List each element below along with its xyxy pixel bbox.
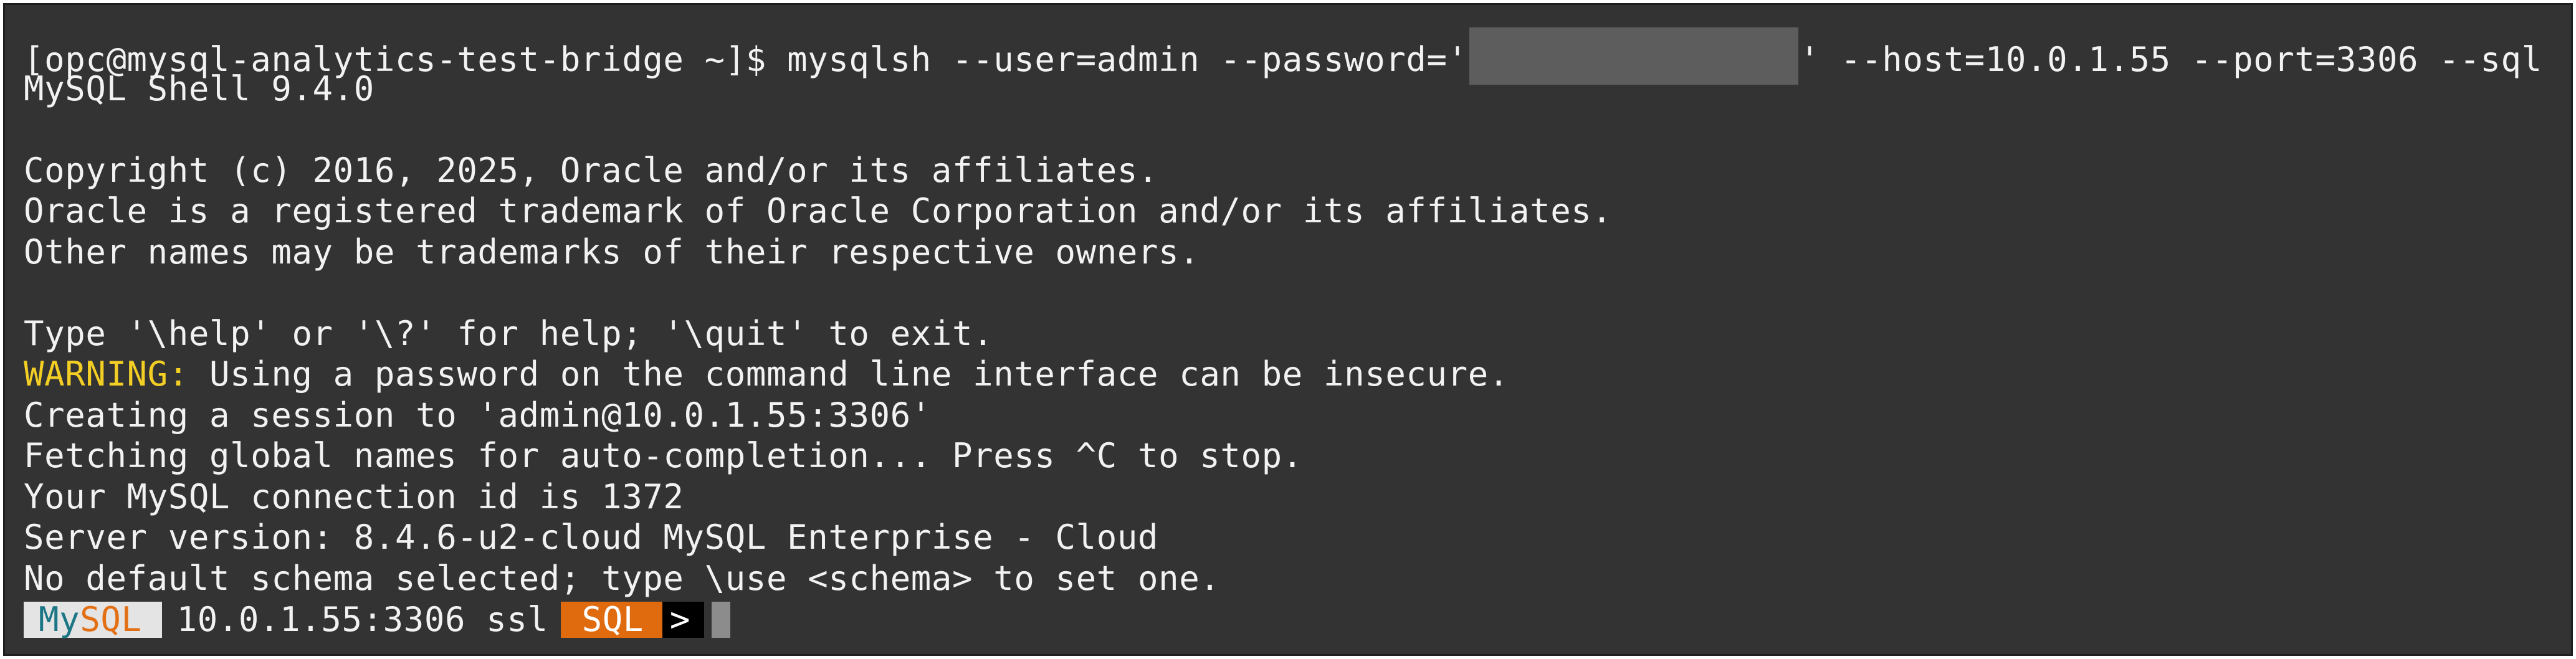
prompt-arrow: > <box>662 601 705 638</box>
text-cursor[interactable] <box>712 601 731 638</box>
terminal-window[interactable]: [opc@mysql-analytics-test-bridge ~]$ mys… <box>3 3 2573 656</box>
brand-sql: SQL <box>80 599 142 639</box>
shell-prompt[interactable]: MySQL 10.0.1.55:3306 ssl SQL > <box>24 599 2571 640</box>
command-suffix: ' --host=10.0.1.55 --port=3306 --sql <box>1799 40 2542 79</box>
help-hint-line: Type '\help' or '\?' for help; '\quit' t… <box>24 313 994 353</box>
connection-id-line: Your MySQL connection id is 1372 <box>24 476 684 516</box>
fetching-line: Fetching global names for auto-completio… <box>24 436 1303 475</box>
warning-text: Using a password on the command line int… <box>188 354 1509 394</box>
redacted-password <box>1469 27 1798 85</box>
warning-label: WARNING: <box>24 354 189 394</box>
server-version-line: Server version: 8.4.6-u2-cloud MySQL Ent… <box>24 518 1159 557</box>
warning-line: WARNING: Using a password on the command… <box>24 354 2571 395</box>
brand-my: My <box>39 599 80 639</box>
prompt-mode-badge: SQL <box>560 601 662 638</box>
copyright-line: Copyright (c) 2016, 2025, Oracle and/or … <box>24 150 1159 190</box>
trademark-line-2: Other names may be trademarks of their r… <box>24 232 1200 272</box>
schema-line: No default schema selected; type \use <s… <box>24 558 1221 598</box>
session-line: Creating a session to 'admin@10.0.1.55:3… <box>24 395 932 435</box>
command-line: [opc@mysql-analytics-test-bridge ~]$ mys… <box>24 27 2571 85</box>
mysql-brand-segment: MySQL <box>24 599 162 639</box>
prompt-host-info: 10.0.1.55:3306 ssl <box>176 600 548 639</box>
trademark-line-1: Oracle is a registered trademark of Orac… <box>24 191 1613 230</box>
